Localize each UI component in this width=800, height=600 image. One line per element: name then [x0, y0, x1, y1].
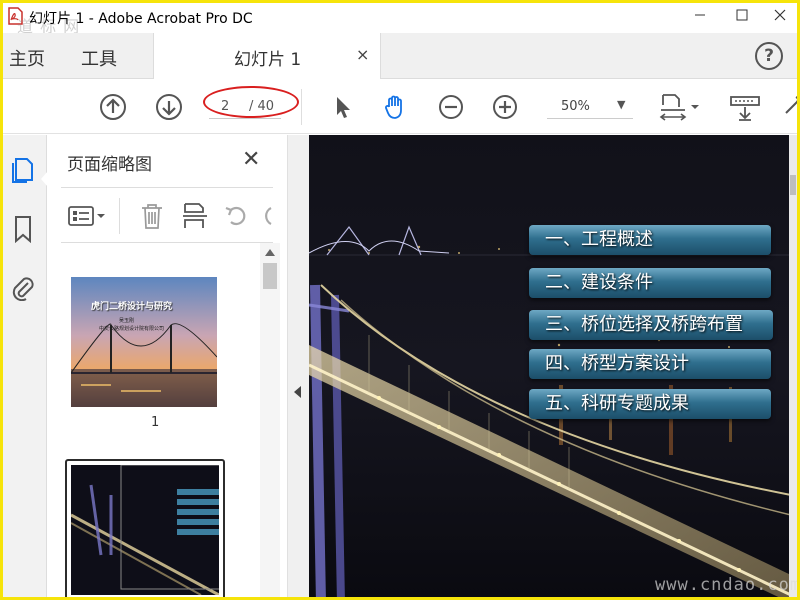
thumbnail-1-label: 1: [151, 415, 160, 430]
link-icon[interactable]: [783, 93, 797, 121]
zoom-value: 50%: [561, 99, 590, 114]
thumbnail-1-presenter: 吴玉刚: [119, 318, 135, 324]
thumbnail-1-org: 中交公路规划设计院有限公司: [99, 326, 165, 332]
panel-collapse-strip[interactable]: [287, 135, 309, 597]
toolbar-divider: [301, 89, 302, 125]
zoom-select[interactable]: 50% ▼: [547, 95, 633, 119]
highlight-ellipse: [203, 86, 299, 118]
thumbnail-page-1[interactable]: 虎门二桥设计与研究 吴玉刚 中交公路规划设计院有限公司: [71, 277, 217, 407]
attachment-icon[interactable]: [10, 273, 36, 301]
thumbnail-1-image: [71, 277, 217, 407]
menu-item-5[interactable]: 五、科研专题成果: [529, 389, 771, 419]
document-scrollbar[interactable]: [789, 135, 797, 597]
select-arrow-icon[interactable]: [329, 93, 357, 121]
fit-page-icon[interactable]: [659, 93, 705, 121]
insert-page-icon[interactable]: [181, 202, 209, 230]
main-toolbar: 2 / 40 50% ▼: [3, 80, 797, 134]
thumbnail-2-image: [71, 465, 219, 595]
minimize-icon: [695, 14, 705, 16]
options-icon[interactable]: [67, 202, 107, 230]
thumbnail-1-title: 虎门二桥设计与研究: [91, 302, 173, 312]
redo-icon[interactable]: [261, 202, 273, 230]
next-page-icon[interactable]: [155, 93, 183, 121]
collapse-arrow-icon[interactable]: [294, 386, 301, 398]
help-icon[interactable]: ?: [755, 42, 783, 70]
document-tab-close[interactable]: ×: [356, 45, 369, 64]
maximize-icon: [736, 9, 748, 21]
panel-toolbar-divider: [119, 198, 120, 234]
scroll-up-icon[interactable]: [265, 249, 275, 256]
zoom-out-icon[interactable]: [437, 93, 465, 121]
slide-canvas: 一、工程概述 二、建设条件 三、桥位选择及桥跨布置 四、桥型方案设计 五、科研专…: [309, 135, 791, 597]
zoom-in-icon[interactable]: [491, 93, 519, 121]
scroll-mode-icon[interactable]: [729, 93, 761, 121]
delete-icon[interactable]: [139, 202, 165, 230]
thumbnail-list: 虎门二桥设计与研究 吴玉刚 中交公路规划设计院有限公司 1: [47, 243, 287, 597]
left-rail: [3, 135, 48, 597]
document-tab-label: 幻灯片 1: [234, 50, 302, 70]
document-tab[interactable]: 幻灯片 1 ×: [153, 33, 381, 79]
zoom-caret-icon: ▼: [617, 98, 626, 111]
undo-icon[interactable]: [223, 202, 251, 230]
close-icon: [774, 9, 786, 21]
thumbnail-page-2[interactable]: [65, 459, 225, 597]
panel-toolbar: [61, 187, 273, 243]
close-window-button[interactable]: [763, 3, 797, 27]
thumbnails-icon[interactable]: [10, 157, 36, 185]
tab-bar: 主页 工具 幻灯片 1 × ?: [3, 33, 797, 79]
panel-close-button[interactable]: ✕: [242, 147, 260, 172]
thumbnail-scrollbar[interactable]: [260, 243, 280, 597]
watermark-bottom: www.cndao.com: [655, 575, 800, 595]
document-scroll-thumb[interactable]: [790, 175, 796, 195]
prev-page-icon[interactable]: [99, 93, 127, 121]
panel-title: 页面缩略图: [67, 155, 152, 175]
thumbnail-panel: 页面缩略图 ✕ 虎门二桥设计与研究 吴玉刚 中交公路规划设计院有限公司 1: [47, 135, 287, 597]
nav-home[interactable]: 主页: [9, 45, 45, 71]
scroll-thumb[interactable]: [263, 263, 277, 289]
maximize-button[interactable]: [725, 3, 759, 27]
menu-item-4[interactable]: 四、桥型方案设计: [529, 349, 771, 379]
minimize-button[interactable]: [683, 3, 717, 27]
title-bar: 道 标 网 幻灯片 1 - Adobe Acrobat Pro DC: [3, 3, 797, 36]
window-title: 幻灯片 1 - Adobe Acrobat Pro DC: [29, 11, 253, 27]
menu-item-2[interactable]: 二、建设条件: [529, 268, 771, 298]
bookmark-icon[interactable]: [10, 215, 36, 243]
thumbnail-2-scene: [71, 465, 219, 595]
menu-item-1[interactable]: 一、工程概述: [529, 225, 771, 255]
menu-item-3[interactable]: 三、桥位选择及桥跨布置: [529, 310, 773, 340]
hand-tool-icon[interactable]: [381, 93, 409, 121]
window-frame: 道 标 网 幻灯片 1 - Adobe Acrobat Pro DC 主页 工具…: [0, 0, 800, 600]
nav-tools[interactable]: 工具: [81, 45, 117, 71]
